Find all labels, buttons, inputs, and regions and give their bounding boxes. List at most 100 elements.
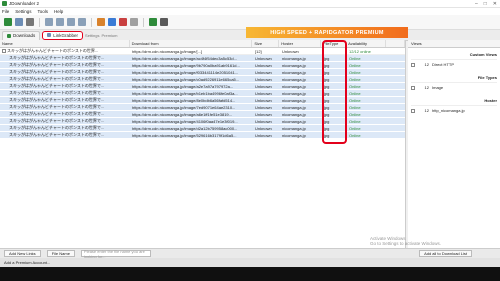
menu-settings[interactable]: Settings [15, 9, 31, 14]
file-size: Unknown [255, 132, 272, 138]
stop-icon[interactable] [26, 18, 34, 26]
tab-settings[interactable]: Settings [85, 33, 99, 38]
column-filetype[interactable]: FileType [321, 40, 347, 47]
file-type: jpg [324, 55, 330, 61]
file-source: https://drm.cdn.nicomanga.jp/image/4106f… [132, 118, 238, 124]
column-hoster[interactable]: Hoster [279, 40, 322, 47]
file-type: jpg [324, 125, 330, 131]
table-row[interactable]: スキッがはがんゃんビチャートのポンストの世界で... https://drm.cd… [0, 83, 405, 90]
speed-limit-icon[interactable] [130, 18, 138, 26]
os-taskbar [0, 267, 500, 281]
file-name: スキッがはがんゃんビチャートのポンストの世界で... [9, 118, 105, 123]
file-size: Unknown [255, 90, 272, 96]
file-availability: Online [349, 69, 361, 75]
column-size[interactable]: Size [252, 40, 280, 47]
column-availability[interactable]: Availability [346, 40, 387, 47]
menu-file[interactable]: File [2, 9, 9, 14]
file-availability: Online [349, 55, 361, 61]
menu-help[interactable]: Help [54, 9, 63, 14]
add-all-to-download-list-button[interactable]: Add all to Download List [419, 250, 472, 257]
column-download-from[interactable]: Download from [130, 40, 253, 47]
file-availability: Online [349, 90, 361, 96]
move-bottom-icon[interactable] [78, 18, 86, 26]
checkbox[interactable] [411, 108, 415, 113]
file-type: jpg [324, 118, 330, 124]
table-row[interactable]: スキッがはがんゃんビチャートのポンストの世界で... https://drm.cd… [0, 132, 405, 139]
table-row[interactable]: スキッがはがんゃんビチャートのポンストの世界で... https://drm.cd… [0, 97, 405, 104]
move-up-icon[interactable] [45, 18, 53, 26]
tab-linkgrabber-label: LinkGrabber [53, 32, 79, 38]
update-icon[interactable] [149, 18, 157, 26]
package-row[interactable]: スキッがはがんゃんビチャートのポンストの世界... https://drm.cd… [0, 48, 405, 55]
file-size: Unknown [255, 55, 272, 61]
start-downloads-icon[interactable] [4, 18, 12, 26]
file-type: jpg [324, 104, 330, 110]
tab-premium[interactable]: Premium [101, 33, 117, 38]
column-options[interactable] [386, 40, 405, 47]
file-source: https://drm.cdn.nicomanga.jp/image/b1eb1… [132, 90, 238, 96]
reconnect-icon[interactable] [108, 18, 116, 26]
file-source: https://drm.cdn.nicomanga.jp/image/8e0bd… [132, 97, 236, 103]
file-type: jpg [324, 62, 330, 68]
table-row[interactable]: スキッがはがんゃんビチャートのポンストの世界で... https://drm.cd… [0, 90, 405, 97]
windows-activation-watermark: Activate Windows Go to Settings to activ… [370, 236, 441, 246]
status-bar: Add a Premium Account... [0, 258, 500, 267]
tab-downloads[interactable]: Downloads [2, 30, 41, 40]
file-type: jpg [324, 90, 330, 96]
checkbox[interactable] [411, 62, 415, 67]
add-premium-account-link[interactable]: Add a Premium Account... [4, 260, 50, 265]
minimize-icon[interactable]: – [475, 1, 478, 7]
maximize-icon[interactable]: □ [484, 1, 487, 7]
views-header: Views [408, 40, 500, 48]
file-hoster: nicomanga.jp [282, 104, 306, 110]
pause-icon[interactable] [15, 18, 23, 26]
column-name[interactable]: Name [0, 40, 130, 47]
file-source: https://drm.cdn.nicomanga.jp/image/a2e7a… [132, 83, 234, 89]
download-icon [7, 33, 11, 38]
view-count: 12 [424, 62, 429, 67]
table-row[interactable]: スキッがはがんゃんビチャートのポンストの世界で... https://drm.cd… [0, 69, 405, 76]
close-icon[interactable]: ✕ [493, 1, 497, 7]
file-availability: Online [349, 132, 361, 138]
menu-tools[interactable]: Tools [38, 9, 49, 14]
hoster-title: Hoster [411, 96, 497, 106]
file-size: Unknown [255, 111, 272, 117]
table-row[interactable]: スキッがはがんゃんビチャートのポンストの世界で... https://drm.cd… [0, 104, 405, 111]
file-name: スキッがはがんゃんビチャートのポンストの世界で... [9, 76, 105, 81]
premium-promo-banner[interactable]: HIGH SPEED + RAPIDGATOR PREMIUM [246, 27, 408, 38]
file-name: スキッがはがんゃんビチャートのポンストの世界で... [9, 55, 105, 60]
view-item-image[interactable]: 12 Image [411, 83, 497, 92]
add-new-links-button[interactable]: Add New Links [4, 250, 41, 257]
search-input[interactable]: Please enter the file name you are looki… [80, 249, 151, 259]
table-row[interactable]: スキッがはがんゃんビチャートのポンストの世界で... https://drm.cd… [0, 118, 405, 125]
custom-views-section: Custom Views 12 Direct HTTP [408, 48, 500, 71]
file-size: Unknown [255, 83, 272, 89]
premium-toggle-icon[interactable] [119, 18, 127, 26]
table-row[interactable]: スキッがはがんゃんビチャートのポンストの世界で... https://drm.cd… [0, 55, 405, 62]
tab-downloads-label: Downloads [13, 33, 36, 38]
filename-filter-select[interactable]: File Name [46, 250, 75, 257]
file-availability: Online [349, 62, 361, 68]
shutdown-icon[interactable] [160, 18, 168, 26]
view-item-hoster[interactable]: 12 http_nicomanga.jp [411, 106, 497, 115]
table-row[interactable]: スキッがはがんゃんビチャートのポンストの世界で... https://drm.cd… [0, 111, 405, 118]
table-row[interactable]: スキッがはがんゃんビチャートのポンストの世界で... https://drm.cd… [0, 125, 405, 132]
file-hoster: nicomanga.jp [282, 83, 306, 89]
filename-filter-label: File Name [51, 251, 70, 256]
table-row[interactable]: スキッがはがんゃんビチャートのポンストの世界で... https://drm.cd… [0, 76, 405, 83]
move-down-icon[interactable] [67, 18, 75, 26]
file-availability: Online [349, 125, 361, 131]
add-all-label: Add all to Download List [424, 251, 467, 256]
views-panel: Views Custom Views 12 Direct HTTP File T… [408, 40, 500, 248]
app-logo-icon [2, 1, 7, 6]
expand-toggle-icon[interactable] [2, 48, 6, 53]
table-row[interactable]: スキッがはがんゃんビチャートのポンストの世界で... https://drm.cd… [0, 62, 405, 69]
file-name: スキッがはがんゃんビチャートのポンストの世界で... [9, 97, 105, 102]
checkbox[interactable] [411, 85, 415, 90]
move-top-icon[interactable] [56, 18, 64, 26]
clipboard-icon[interactable] [97, 18, 105, 26]
tab-linkgrabber[interactable]: LinkGrabber [42, 30, 84, 40]
view-item-direct-http[interactable]: 12 Direct HTTP [411, 60, 497, 69]
file-hoster: nicomanga.jp [282, 90, 306, 96]
hoster-section: Hoster 12 http_nicomanga.jp [408, 94, 500, 117]
